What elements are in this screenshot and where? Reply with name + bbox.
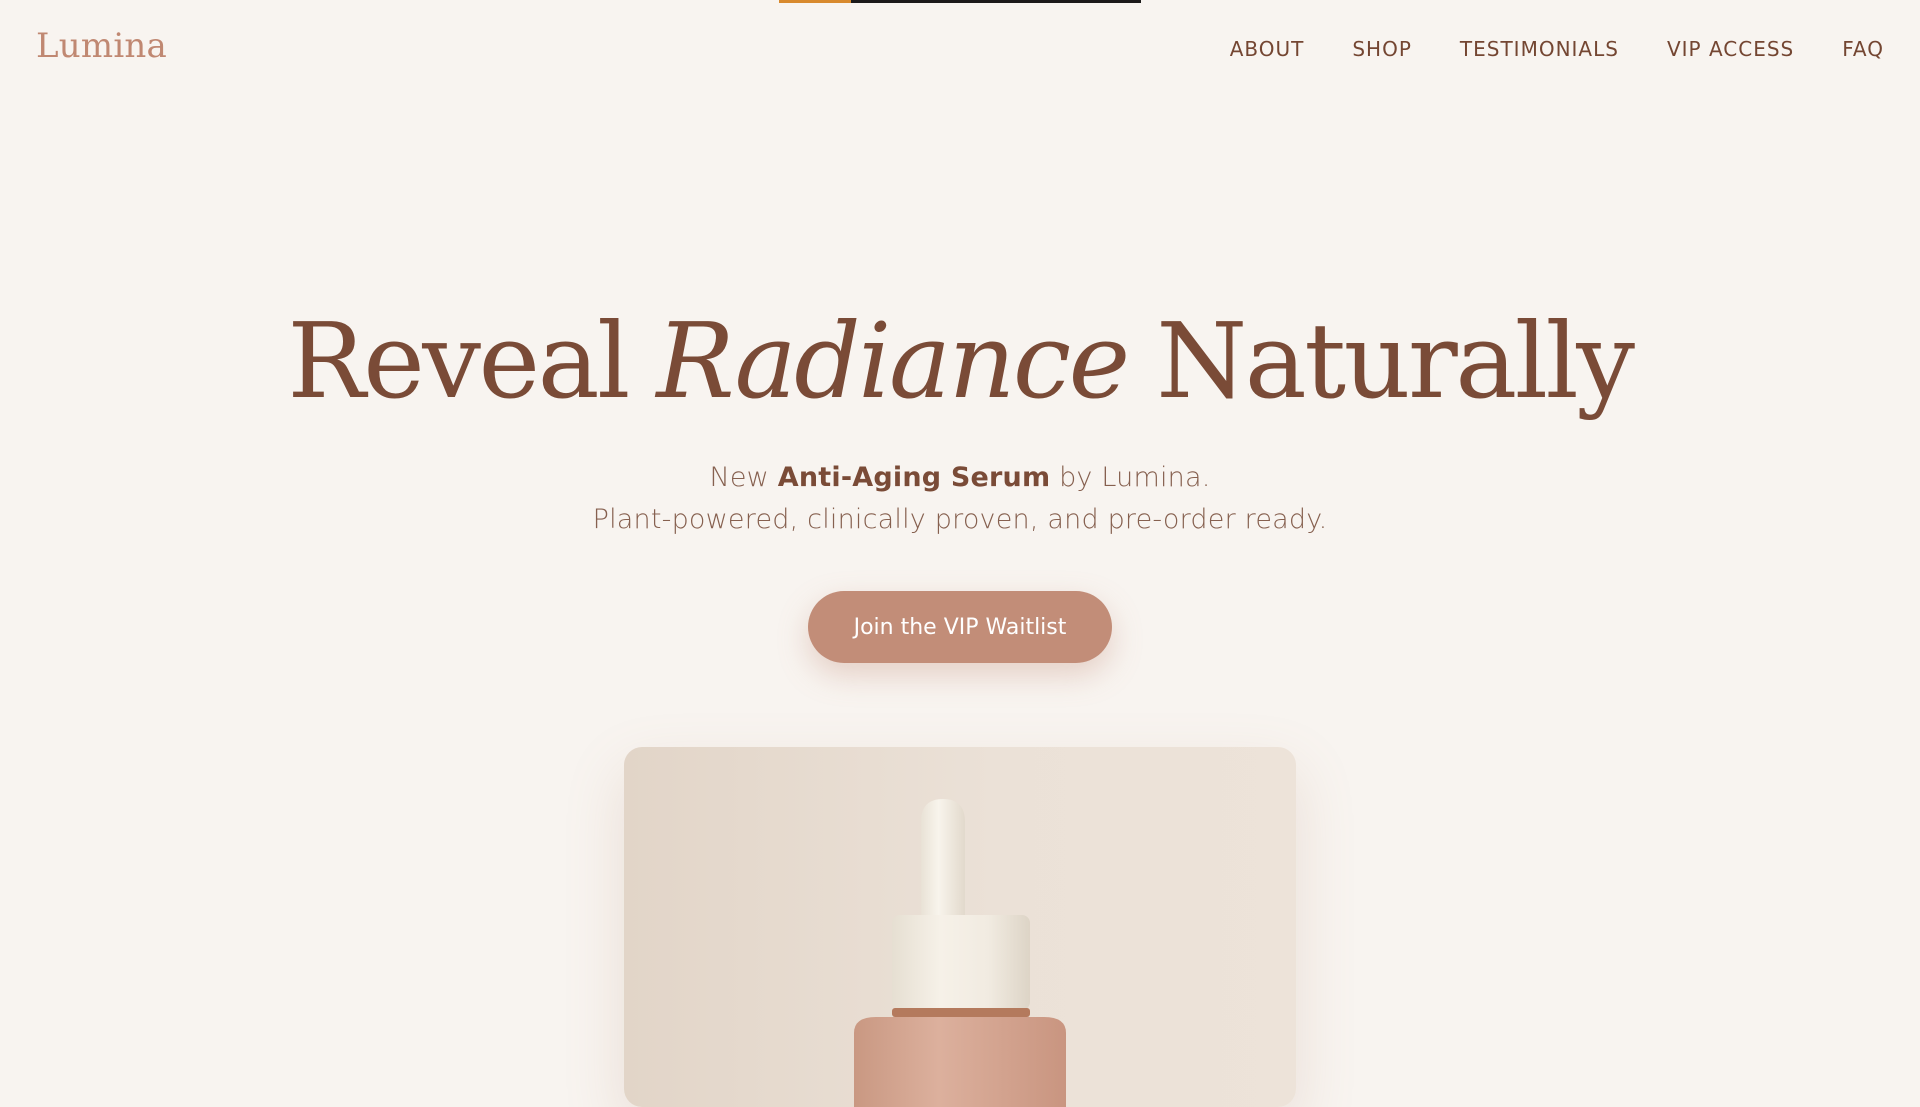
nav-link-faq[interactable]: FAQ [1842,37,1884,61]
nav-link-shop[interactable]: SHOP [1352,37,1412,61]
hero-title-accent: Radiance [656,300,1130,422]
join-vip-waitlist-button[interactable]: Join the VIP Waitlist [808,591,1112,663]
hero-title-end: Naturally [1127,300,1635,422]
hero-title: Reveal Radiance Naturally [0,304,1920,418]
product-image [624,747,1296,1107]
nav-links: ABOUT SHOP TESTIMONIALS VIP ACCESS FAQ [1230,37,1884,61]
hero-product-name: Anti-Aging Serum [777,462,1051,493]
brand-logo[interactable]: Lumina [36,26,167,66]
hero-subtitle-line2: Plant-powered, clinically proven, and pr… [592,504,1328,535]
hero-subtitle-prefix: New [709,462,778,493]
serum-dropper-bottle-icon [854,799,1066,1107]
navbar: Lumina ABOUT SHOP TESTIMONIALS VIP ACCES… [0,0,1920,100]
hero-title-start: Reveal [287,300,657,422]
hero-subtitle-line1: New Anti-Aging Serum by Lumina. [0,462,1920,493]
hero-subtitle-suffix: by Lumina. [1050,462,1211,493]
nav-link-testimonials[interactable]: TESTIMONIALS [1460,37,1619,61]
nav-link-about[interactable]: ABOUT [1230,37,1305,61]
nav-link-vip-access[interactable]: VIP ACCESS [1667,37,1794,61]
